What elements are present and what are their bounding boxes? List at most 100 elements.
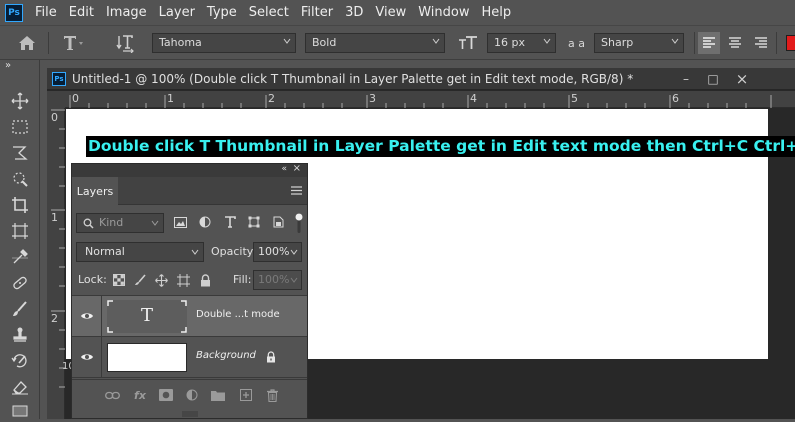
eyedropper-tool-icon[interactable] [8, 246, 32, 268]
lock-all-icon[interactable] [198, 273, 212, 287]
ruler-label: 1 [167, 92, 174, 105]
document-tab[interactable]: Ps Untitled-1 @ 100% (Double click T Thu… [47, 68, 795, 90]
collapse-panel-icon[interactable]: » [5, 60, 11, 71]
minimize-icon[interactable]: – [677, 71, 695, 87]
menu-window[interactable]: Window [412, 0, 475, 25]
close-icon[interactable]: × [293, 163, 301, 174]
lasso-tool-icon[interactable] [8, 142, 32, 164]
history-brush-tool-icon[interactable] [8, 350, 32, 372]
marquee-tool-icon[interactable] [8, 116, 32, 138]
selected-text-layer-content[interactable]: Double click T Thumbnail in Layer Palett… [86, 136, 795, 157]
font-family-select[interactable]: Tahoma [152, 33, 296, 53]
move-tool-icon[interactable] [8, 90, 32, 112]
background-layer-thumbnail[interactable] [107, 341, 187, 374]
fx-icon[interactable]: fx [132, 387, 148, 403]
menu-layer[interactable]: Layer [153, 0, 201, 25]
maximize-icon[interactable]: □ [704, 71, 722, 87]
font-style-select[interactable]: Bold [305, 33, 445, 53]
align-right-icon[interactable] [750, 32, 772, 54]
crop-tool-icon[interactable] [8, 194, 32, 216]
lock-label: Lock: [78, 273, 107, 286]
tab-layers[interactable]: Layers [72, 177, 118, 205]
kind-filter-select[interactable]: Kind [76, 213, 164, 233]
ruler-label: 5 [571, 92, 578, 105]
chevron-down-icon [151, 220, 159, 226]
menu-filter[interactable]: Filter [295, 0, 339, 25]
menu-image[interactable]: Image [100, 0, 153, 25]
layer-mask-icon[interactable] [158, 387, 174, 403]
home-icon[interactable] [18, 26, 36, 60]
ruler-horizontal[interactable]: 0 1 2 3 4 5 6 [65, 91, 795, 108]
ruler-label: 6 [672, 92, 679, 105]
lock-image-pixels-icon[interactable] [133, 273, 147, 287]
quick-select-tool-icon[interactable] [8, 168, 32, 190]
lock-transparent-pixels-icon[interactable] [112, 273, 126, 287]
menu-3d[interactable]: 3D [339, 0, 369, 25]
link-layers-icon[interactable] [104, 387, 120, 403]
type-glyph-icon: T [140, 305, 153, 326]
smart-object-filter-icon[interactable] [270, 214, 286, 230]
blend-row: Normal Opacity: 100% [76, 242, 304, 264]
chevron-down-icon [671, 38, 679, 44]
fill-field[interactable]: 100% [253, 270, 302, 290]
panel-menu-icon[interactable] [291, 186, 302, 195]
font-family-value: Tahoma [159, 36, 202, 49]
new-layer-icon[interactable] [238, 387, 254, 403]
clone-stamp-tool-icon[interactable] [8, 324, 32, 346]
panel-resize-grip[interactable] [180, 411, 200, 417]
menu-type[interactable]: Type [201, 0, 243, 25]
collapse-panel-icon[interactable]: « [281, 164, 287, 174]
pixel-filter-icon[interactable] [172, 214, 188, 230]
chevron-down-icon [432, 38, 440, 44]
type-filter-icon[interactable] [222, 214, 238, 230]
menu-edit[interactable]: Edit [63, 0, 100, 25]
text-tool-icon[interactable] [62, 26, 84, 60]
visibility-toggle[interactable] [72, 296, 102, 336]
anti-alias-select[interactable]: Sharp [594, 33, 684, 53]
adjustment-layer-icon[interactable] [184, 387, 200, 403]
layer-filter-row: Kind [76, 212, 304, 234]
align-left-icon[interactable] [698, 32, 720, 54]
brush-tool-icon[interactable] [8, 298, 32, 320]
frame-tool-icon[interactable] [8, 220, 32, 242]
layer-name[interactable]: Double ...t mode [196, 309, 280, 320]
healing-brush-tool-icon[interactable] [8, 272, 32, 294]
adjustment-filter-icon[interactable] [197, 214, 213, 230]
opacity-field[interactable]: 100% [253, 242, 302, 262]
opacity-value: 100% [258, 245, 290, 258]
layer-row-background[interactable]: Background [72, 337, 307, 378]
anti-alias-value: Sharp [601, 36, 634, 49]
folder-icon[interactable] [210, 387, 226, 403]
visibility-toggle[interactable] [72, 337, 102, 377]
trash-icon[interactable] [264, 387, 280, 403]
eraser-tool-icon[interactable] [8, 376, 32, 398]
ruler-label: 0 [72, 92, 79, 105]
menu-select[interactable]: Select [243, 0, 295, 25]
lock-icon [267, 351, 275, 363]
layer-name[interactable]: Background [196, 350, 256, 361]
layer-row-text[interactable]: T Double ...t mode [72, 296, 307, 337]
text-layer-thumbnail[interactable]: T [107, 300, 187, 333]
layer-list: T Double ...t mode Background [72, 295, 307, 378]
lock-artboard-icon[interactable] [176, 273, 190, 287]
menu-help[interactable]: Help [476, 0, 518, 25]
panel-header[interactable]: « × [72, 163, 307, 177]
font-size-value: 16 px [494, 36, 525, 49]
text-orientation-icon[interactable] [116, 26, 136, 60]
filter-toggle-switch[interactable] [295, 212, 303, 234]
align-center-icon[interactable] [724, 32, 746, 54]
close-icon[interactable]: × [733, 70, 751, 88]
text-color-swatch[interactable] [786, 35, 795, 51]
menu-file[interactable]: File [29, 0, 63, 25]
lock-position-icon[interactable] [154, 273, 168, 287]
menu-view[interactable]: View [369, 0, 412, 25]
font-style-value: Bold [312, 36, 337, 49]
chevron-down-icon [191, 249, 199, 255]
lock-row: Lock: Fill: 100% [76, 270, 304, 292]
shape-filter-icon[interactable] [246, 214, 262, 230]
eye-icon [80, 313, 93, 319]
chevron-down-icon [283, 38, 291, 44]
font-size-select[interactable]: 16 px [487, 33, 556, 53]
ruler-corner[interactable] [47, 91, 65, 108]
blend-mode-select[interactable]: Normal [76, 242, 204, 262]
